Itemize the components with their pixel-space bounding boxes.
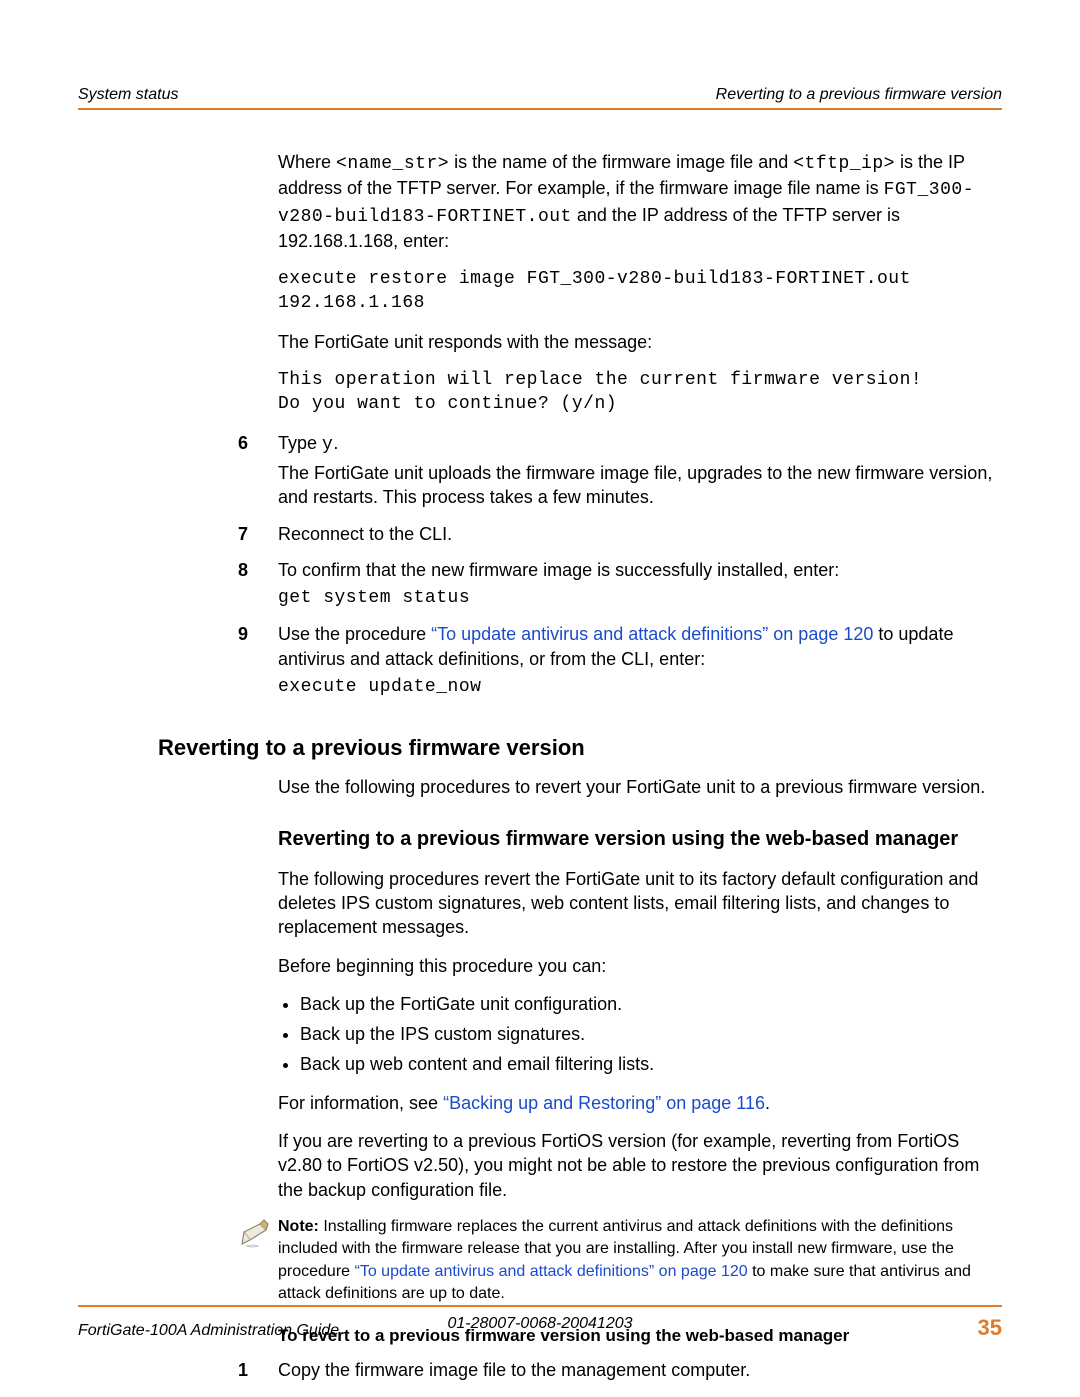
section-p1: The following procedures revert the Fort… <box>278 867 1002 940</box>
header-left: System status <box>78 86 178 104</box>
note-text: Note: Installing firmware replaces the c… <box>278 1216 1002 1306</box>
backup-bullets: Back up the FortiGate unit configuration… <box>278 992 1002 1077</box>
step-7-text: Reconnect to the CLI. <box>278 522 1002 546</box>
intro-paragraph: Where <name_str> is the name of the firm… <box>278 150 1002 253</box>
step-7: 7 Reconnect to the CLI. <box>278 522 1002 550</box>
step-6-detail: The FortiGate unit uploads the firmware … <box>278 461 1002 510</box>
bullet-item: Back up web content and email filtering … <box>300 1052 1002 1076</box>
section-p4: If you are reverting to a previous Forti… <box>278 1129 1002 1202</box>
footer-page-number: 35 <box>978 1315 1002 1341</box>
step-number: 7 <box>238 522 278 550</box>
step-8-text: To confirm that the new firmware image i… <box>278 558 1002 582</box>
step-9-cmd: execute update_now <box>278 675 1002 699</box>
step-9-text: Use the procedure “To update antivirus a… <box>278 622 1002 671</box>
response-label: The FortiGate unit responds with the mes… <box>278 330 1002 354</box>
code-name-str: <name_str> <box>336 154 449 174</box>
header-right: Reverting to a previous firmware version <box>716 86 1002 104</box>
step-6-line: Type y. <box>278 431 1002 457</box>
note-label: Note: <box>278 1218 319 1235</box>
section-p3: For information, see “Backing up and Res… <box>278 1091 1002 1115</box>
response-message: This operation will replace the current … <box>278 368 1002 417</box>
section-p2: Before beginning this procedure you can: <box>278 954 1002 978</box>
step-number: 1 <box>238 1358 278 1386</box>
step-6: 6 Type y. The FortiGate unit uploads the… <box>278 431 1002 514</box>
link-update-av-2[interactable]: “To update antivirus and attack definiti… <box>355 1263 748 1280</box>
step-9: 9 Use the procedure “To update antivirus… <box>278 622 1002 703</box>
running-header: System status Reverting to a previous fi… <box>78 86 1002 108</box>
cmd-restore-image: execute restore image FGT_300-v280-build… <box>278 267 1002 316</box>
footer: FortiGate-100A Administration Guide 01-2… <box>78 1305 1002 1341</box>
step-number: 6 <box>238 431 278 514</box>
heading-revert: Reverting to a previous firmware version <box>158 735 1002 761</box>
bullet-item: Back up the FortiGate unit configuration… <box>300 992 1002 1016</box>
link-backup-restore[interactable]: “Backing up and Restoring” on page 116 <box>443 1093 765 1113</box>
footer-rule <box>78 1305 1002 1307</box>
heading-revert-web: Reverting to a previous firmware version… <box>278 826 1002 853</box>
step-1-text: Copy the firmware image file to the mana… <box>278 1358 1002 1382</box>
step-1: 1 Copy the firmware image file to the ma… <box>278 1358 1002 1386</box>
footer-guide-title: FortiGate-100A Administration Guide <box>78 1322 339 1340</box>
note-block: Note: Installing firmware replaces the c… <box>278 1216 1002 1306</box>
step-8-cmd: get system status <box>278 586 1002 610</box>
step-number: 9 <box>238 622 278 703</box>
step-8: 8 To confirm that the new firmware image… <box>278 558 1002 615</box>
page: System status Reverting to a previous fi… <box>0 0 1080 1397</box>
step-number: 8 <box>238 558 278 615</box>
code-tftp-ip: <tftp_ip> <box>793 154 895 174</box>
section-intro: Use the following procedures to revert y… <box>278 775 1002 799</box>
body-column: Where <name_str> is the name of the firm… <box>278 150 1002 703</box>
link-update-av[interactable]: “To update antivirus and attack definiti… <box>431 624 873 644</box>
header-rule <box>78 108 1002 110</box>
bullet-item: Back up the IPS custom signatures. <box>300 1022 1002 1046</box>
note-icon <box>238 1216 278 1258</box>
section-body: Use the following procedures to revert y… <box>278 775 1002 1386</box>
